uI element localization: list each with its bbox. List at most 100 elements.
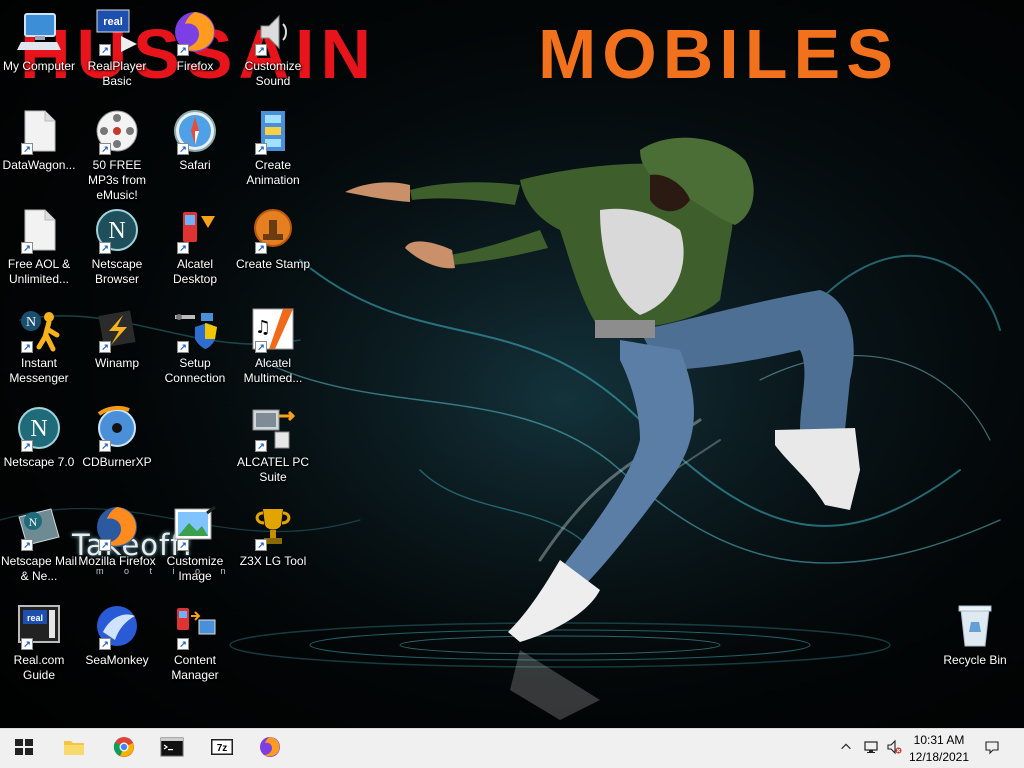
banner-mobiles: MOBILES: [538, 15, 899, 93]
icon-label: Z3X LG Tool: [239, 554, 307, 568]
svg-text:N: N: [29, 515, 38, 529]
icon-label: Winamp: [94, 356, 139, 370]
shortcut-arrow-icon: ↗: [99, 539, 111, 551]
desktop-icon-alcatel-desktop[interactable]: ↗ Alcatel Desktop: [156, 206, 234, 292]
taskbar-clock[interactable]: 10:31 AM 12/18/2021: [900, 732, 978, 766]
shortcut-arrow-icon: ↗: [99, 638, 111, 650]
svg-text:N: N: [26, 315, 36, 330]
desktop-icon-create-animation[interactable]: ↗ Create Animation: [234, 107, 312, 193]
folder-icon: [62, 735, 86, 764]
desktop-icon-customize-sound[interactable]: ↗ Customize Sound: [234, 8, 312, 94]
desktop-icon-real-com-guide[interactable]: real ↗ Real.com Guide: [0, 602, 78, 688]
desktop-icon-my-computer[interactable]: My Computer: [0, 8, 78, 94]
taskbar-chrome[interactable]: [100, 729, 148, 768]
show-hidden-icons-button[interactable]: [836, 729, 856, 768]
shortcut-arrow-icon: ↗: [255, 143, 267, 155]
shortcut-arrow-icon: ↗: [177, 143, 189, 155]
shortcut-arrow-icon: ↗: [21, 242, 33, 254]
network-status-button[interactable]: [860, 729, 882, 768]
icon-label: Real.com Guide: [13, 653, 65, 682]
shortcut-arrow-icon: ↗: [177, 539, 189, 551]
shortcut-arrow-icon: ↗: [255, 440, 267, 452]
icon-label: Create Stamp: [235, 257, 311, 271]
shortcut-arrow-icon: ↗: [177, 638, 189, 650]
icon-label: Netscape 7.0: [3, 455, 75, 469]
desktop-icon-winamp[interactable]: ↗ Winamp: [78, 305, 156, 391]
taskbar-file-explorer[interactable]: [50, 729, 98, 768]
icon-label: Recycle Bin: [943, 653, 1007, 667]
icon-label: Customize Image: [166, 554, 224, 583]
desktop-icon-cdburnerxp[interactable]: ↗ CDBurnerXP: [78, 404, 156, 490]
desktop-icon-netscape-mail[interactable]: N ↗ Netscape Mail & Ne...: [0, 503, 78, 589]
icon-label: SeaMonkey: [85, 653, 149, 667]
desktop-icon-safari[interactable]: ↗ Safari: [156, 107, 234, 193]
shortcut-arrow-icon: ↗: [21, 143, 33, 155]
icon-label: Netscape Browser: [91, 257, 143, 286]
desktop-icon-alcatel-pc-suite[interactable]: ↗ ALCATEL PC Suite: [234, 404, 312, 490]
taskbar-firefox[interactable]: [246, 729, 294, 768]
desktop-icon-content-manager[interactable]: ↗ Content Manager: [156, 602, 234, 688]
desktop-icon-setup-connection[interactable]: ↗ Setup Connection: [156, 305, 234, 391]
clock-time: 10:31 AM: [913, 733, 965, 747]
start-button[interactable]: [0, 729, 48, 768]
computer-icon: [15, 8, 63, 56]
windows-logo-icon: [12, 735, 36, 764]
desktop-icon-alcatel-multimedia[interactable]: ♫ ↗ Alcatel Multimed...: [234, 305, 312, 391]
shortcut-arrow-icon: ↗: [255, 539, 267, 551]
chrome-icon: [112, 735, 136, 764]
svg-text:♫: ♫: [255, 317, 271, 338]
shortcut-arrow-icon: ↗: [177, 341, 189, 353]
desktop-icon-mozilla-firefox[interactable]: ↗ Mozilla Firefox: [78, 503, 156, 589]
icon-label: Create Animation: [246, 158, 300, 187]
desktop-icon-free-mp3s[interactable]: ↗ 50 FREE MP3s from eMusic!: [78, 107, 156, 202]
desktop-icon-recycle-bin[interactable]: Recycle Bin: [936, 602, 1014, 688]
shortcut-arrow-icon: ↗: [255, 242, 267, 254]
svg-text:real: real: [103, 16, 123, 28]
shortcut-arrow-icon: ↗: [177, 242, 189, 254]
icon-label: My Computer: [2, 59, 76, 73]
icon-label: Setup Connection: [164, 356, 226, 385]
svg-text:real: real: [27, 613, 43, 623]
action-center-button[interactable]: [980, 729, 1004, 768]
7zip-icon: 7z: [210, 735, 234, 764]
desktop-icon-instant-messenger[interactable]: N ↗ Instant Messenger: [0, 305, 78, 391]
desktop-icon-datawagon[interactable]: ↗ DataWagon...: [0, 107, 78, 193]
svg-text:7z: 7z: [217, 743, 228, 754]
firefox-icon: [258, 735, 282, 764]
notification-icon: [984, 739, 1000, 760]
desktop-icon-firefox[interactable]: ↗ Firefox: [156, 8, 234, 94]
desktop-icon-z3x-lg-tool[interactable]: ↗ Z3X LG Tool: [234, 503, 312, 589]
shortcut-arrow-icon: ↗: [21, 341, 33, 353]
shortcut-arrow-icon: ↗: [177, 44, 189, 56]
icon-label: CDBurnerXP: [82, 455, 152, 469]
shortcut-arrow-icon: ↗: [99, 143, 111, 155]
desktop-icon-create-stamp[interactable]: ↗ Create Stamp: [234, 206, 312, 292]
shortcut-arrow-icon: ↗: [255, 44, 267, 56]
desktop-icon-free-aol[interactable]: ↗ Free AOL & Unlimited...: [0, 206, 78, 292]
desktop-icon-netscape-browser[interactable]: N ↗ Netscape Browser: [78, 206, 156, 292]
icon-label: Firefox: [176, 59, 214, 73]
taskbar-terminal[interactable]: [148, 729, 196, 768]
desktop-icon-seamonkey[interactable]: ↗ SeaMonkey: [78, 602, 156, 688]
shortcut-arrow-icon: ↗: [21, 539, 33, 551]
icon-label: 50 FREE MP3s from eMusic!: [87, 158, 146, 202]
svg-text:N: N: [30, 416, 47, 442]
shortcut-arrow-icon: ↗: [99, 341, 111, 353]
taskbar-7zip[interactable]: 7z: [198, 729, 246, 768]
desktop-icon-netscape-7[interactable]: N ↗ Netscape 7.0: [0, 404, 78, 490]
shortcut-arrow-icon: ↗: [255, 341, 267, 353]
desktop[interactable]: HUSSAIN MOBILES Takeoff! m o t i o n My …: [0, 0, 1024, 768]
terminal-icon: [160, 735, 184, 764]
taskbar: 7z 10:31 AM 12/18/2021: [0, 728, 1024, 768]
icon-label: ALCATEL PC Suite: [236, 455, 310, 484]
icon-label: Mozilla Firefox: [78, 554, 156, 568]
desktop-icon-realplayer-basic[interactable]: real ↗ RealPlayer Basic: [78, 8, 156, 94]
shortcut-arrow-icon: ↗: [21, 440, 33, 452]
icon-label: Safari: [179, 158, 211, 172]
icon-label: Alcatel Desktop: [172, 257, 218, 286]
icon-label: Instant Messenger: [9, 356, 69, 385]
desktop-icon-customize-image[interactable]: ↗ Customize Image: [156, 503, 234, 589]
recycle-bin-icon: [951, 602, 999, 650]
network-icon: [863, 739, 879, 760]
icon-label: Content Manager: [171, 653, 219, 682]
